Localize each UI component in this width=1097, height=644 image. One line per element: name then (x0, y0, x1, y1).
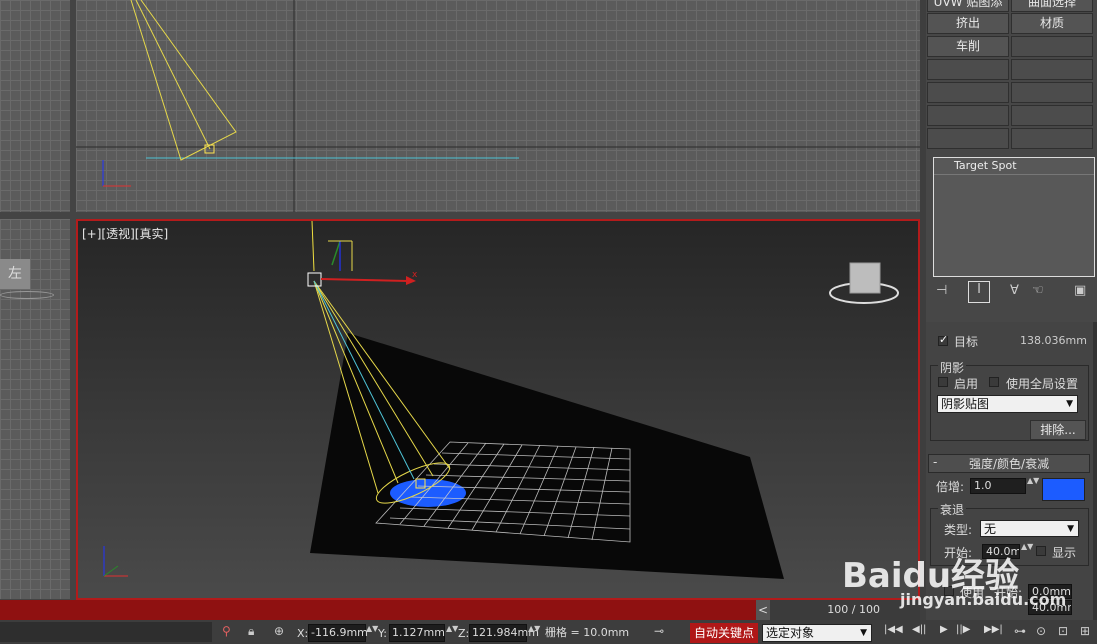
maximize-viewport-icon[interactable]: ⊞ (1080, 624, 1090, 638)
play-icon[interactable]: ▶ (940, 624, 948, 635)
x-coord-label: X: (297, 627, 309, 640)
viewport-top-left[interactable] (0, 0, 70, 212)
modifier-button-empty[interactable] (1011, 59, 1093, 80)
exclude-button[interactable]: 排除... (1030, 420, 1086, 440)
target-checkbox[interactable] (938, 333, 948, 346)
remove-modifier-icon[interactable]: ☜ (1032, 283, 1044, 298)
viewport-perspective[interactable]: [+][透视][真实] x (76, 219, 920, 600)
view-cube-left[interactable]: 左 (0, 259, 30, 289)
transform-mode-icon[interactable]: ⊕ (274, 624, 284, 638)
go-to-start-icon[interactable]: |◀◀ (884, 624, 903, 635)
spinner-icon[interactable]: ▲▼ (528, 624, 540, 633)
selection-set-dropdown[interactable]: 选定对象 ▼ (762, 624, 872, 642)
x-coord-field[interactable]: -116.9mm (308, 624, 368, 642)
modifier-button-surface-select[interactable]: 曲面选择 (1011, 0, 1093, 12)
shadow-group-label: 阴影 (938, 359, 967, 376)
make-unique-icon[interactable]: ∀ (1010, 283, 1019, 298)
decay-type-value: 无 (984, 522, 997, 536)
y-coord-label: Y: (378, 627, 387, 640)
show-end-result-icon[interactable]: Ⅰ (968, 281, 990, 303)
spinner-icon[interactable]: ▲▼ (446, 624, 458, 633)
modifier-button-uvw[interactable]: UVW 贴图添加 (927, 0, 1009, 28)
command-panel: UVW 贴图添加 曲面选择 挤出 材质 车削 Target Spot ⊣ Ⅰ ∀… (926, 0, 1097, 622)
shadow-enable-checkbox[interactable] (938, 377, 948, 387)
zoom-icon[interactable]: ⊙ (1036, 624, 1046, 638)
modifier-button-empty[interactable] (1011, 82, 1093, 103)
previous-frame-icon[interactable]: ◀|| (912, 624, 926, 635)
modifier-button-empty[interactable] (1011, 128, 1093, 149)
modifier-button-lathe[interactable]: 车削 (927, 36, 1009, 57)
selection-set-value: 选定对象 (766, 626, 815, 640)
auto-key-button[interactable]: 自动关键点 (690, 623, 758, 643)
viewport-left[interactable]: 左 (0, 219, 70, 599)
z-coord-field[interactable]: 121.984mm (469, 624, 539, 642)
modifier-button-empty[interactable] (927, 128, 1009, 149)
time-slider[interactable]: 100 / 100 (770, 600, 920, 620)
key-mode-icon[interactable]: ⊶ (1014, 624, 1026, 638)
grid-size-readout: 栅格 = 10.0mm (545, 626, 630, 639)
spinner-icon[interactable]: ▲▼ (1021, 542, 1033, 551)
modifier-button-material[interactable]: 材质 (1011, 13, 1093, 34)
playback-controls: |◀◀ ◀|| ▶ ||▶ ▶▶| (884, 624, 1012, 642)
timeline-track[interactable] (0, 600, 756, 620)
lock-icon[interactable]: 🔒︎ (248, 624, 254, 639)
decay-show-checkbox[interactable] (1036, 546, 1046, 556)
decay-group-label: 衰退 (938, 501, 967, 518)
chevron-down-icon: ▼ (860, 628, 867, 638)
target-distance: 138.036mm (1020, 334, 1087, 347)
spinner-icon[interactable]: ▲▼ (1027, 476, 1039, 485)
light-color-swatch[interactable] (1042, 478, 1085, 501)
time-slider-prev[interactable]: < (756, 600, 770, 620)
decay-show-label: 显示 (1052, 546, 1077, 560)
go-to-end-icon[interactable]: ▶▶| (984, 624, 1003, 635)
isolate-icon[interactable]: ⚲ (222, 624, 231, 638)
modifier-stack-list[interactable]: Target Spot (933, 157, 1095, 277)
configure-sets-icon[interactable]: ▣ (1074, 283, 1086, 298)
multiplier-label: 倍增: (936, 480, 965, 494)
modifier-button-empty[interactable] (1011, 36, 1093, 57)
spinner-icon[interactable]: ▲▼ (366, 624, 378, 633)
modifier-button-empty[interactable] (927, 105, 1009, 126)
gizmo-axis-x: x (412, 270, 418, 280)
panel-scrollbar[interactable] (1093, 322, 1097, 622)
zoom-extents-icon[interactable]: ⊡ (1058, 624, 1068, 638)
shadow-type-value: 阴影贴图 (941, 397, 990, 411)
multiplier-field[interactable]: 1.0 (970, 478, 1026, 494)
shadow-type-dropdown[interactable]: 阴影贴图 ▼ (937, 395, 1078, 413)
rollout-title: 强度/颜色/衰减 (969, 457, 1050, 471)
watermark-url: jingyan.baidu.com (900, 590, 1067, 609)
decay-type-dropdown[interactable]: 无 ▼ (980, 520, 1079, 537)
modifier-button-empty[interactable] (1011, 105, 1093, 126)
set-key-icon[interactable]: ⊸ (654, 624, 664, 638)
z-coord-label: Z: (458, 627, 470, 640)
modifier-button-empty[interactable] (927, 82, 1009, 103)
modifier-stack-item[interactable]: Target Spot (934, 158, 1094, 175)
viewport-front[interactable] (76, 0, 920, 212)
shadow-global-checkbox[interactable] (989, 377, 999, 387)
decay-type-label: 类型: (944, 523, 973, 537)
shadow-global-label: 使用全局设置 (1006, 377, 1079, 391)
y-coord-field[interactable]: 1.127mm (389, 624, 445, 642)
stack-toolbar: ⊣ Ⅰ ∀ ☜ ▣ (934, 281, 1094, 303)
next-frame-icon[interactable]: ||▶ (956, 624, 970, 635)
perspective-scene: x (103, 221, 899, 579)
modifier-button-extrude[interactable]: 挤出 (927, 13, 1009, 34)
view-cube-ring (0, 291, 54, 299)
target-label: 目标 (954, 335, 979, 349)
shadow-enable-label: 启用 (954, 377, 979, 391)
intensity-rollout-header[interactable]: - 强度/颜色/衰减 (928, 454, 1090, 473)
pin-stack-icon[interactable]: ⊣ (936, 283, 947, 298)
rollout-collapse-icon[interactable]: - (933, 455, 937, 469)
maxscript-listener[interactable] (0, 622, 212, 642)
chevron-down-icon: ▼ (1067, 524, 1074, 534)
front-view-drawing (76, 0, 920, 212)
modifier-button-empty[interactable] (927, 59, 1009, 80)
chevron-down-icon: ▼ (1066, 399, 1073, 409)
